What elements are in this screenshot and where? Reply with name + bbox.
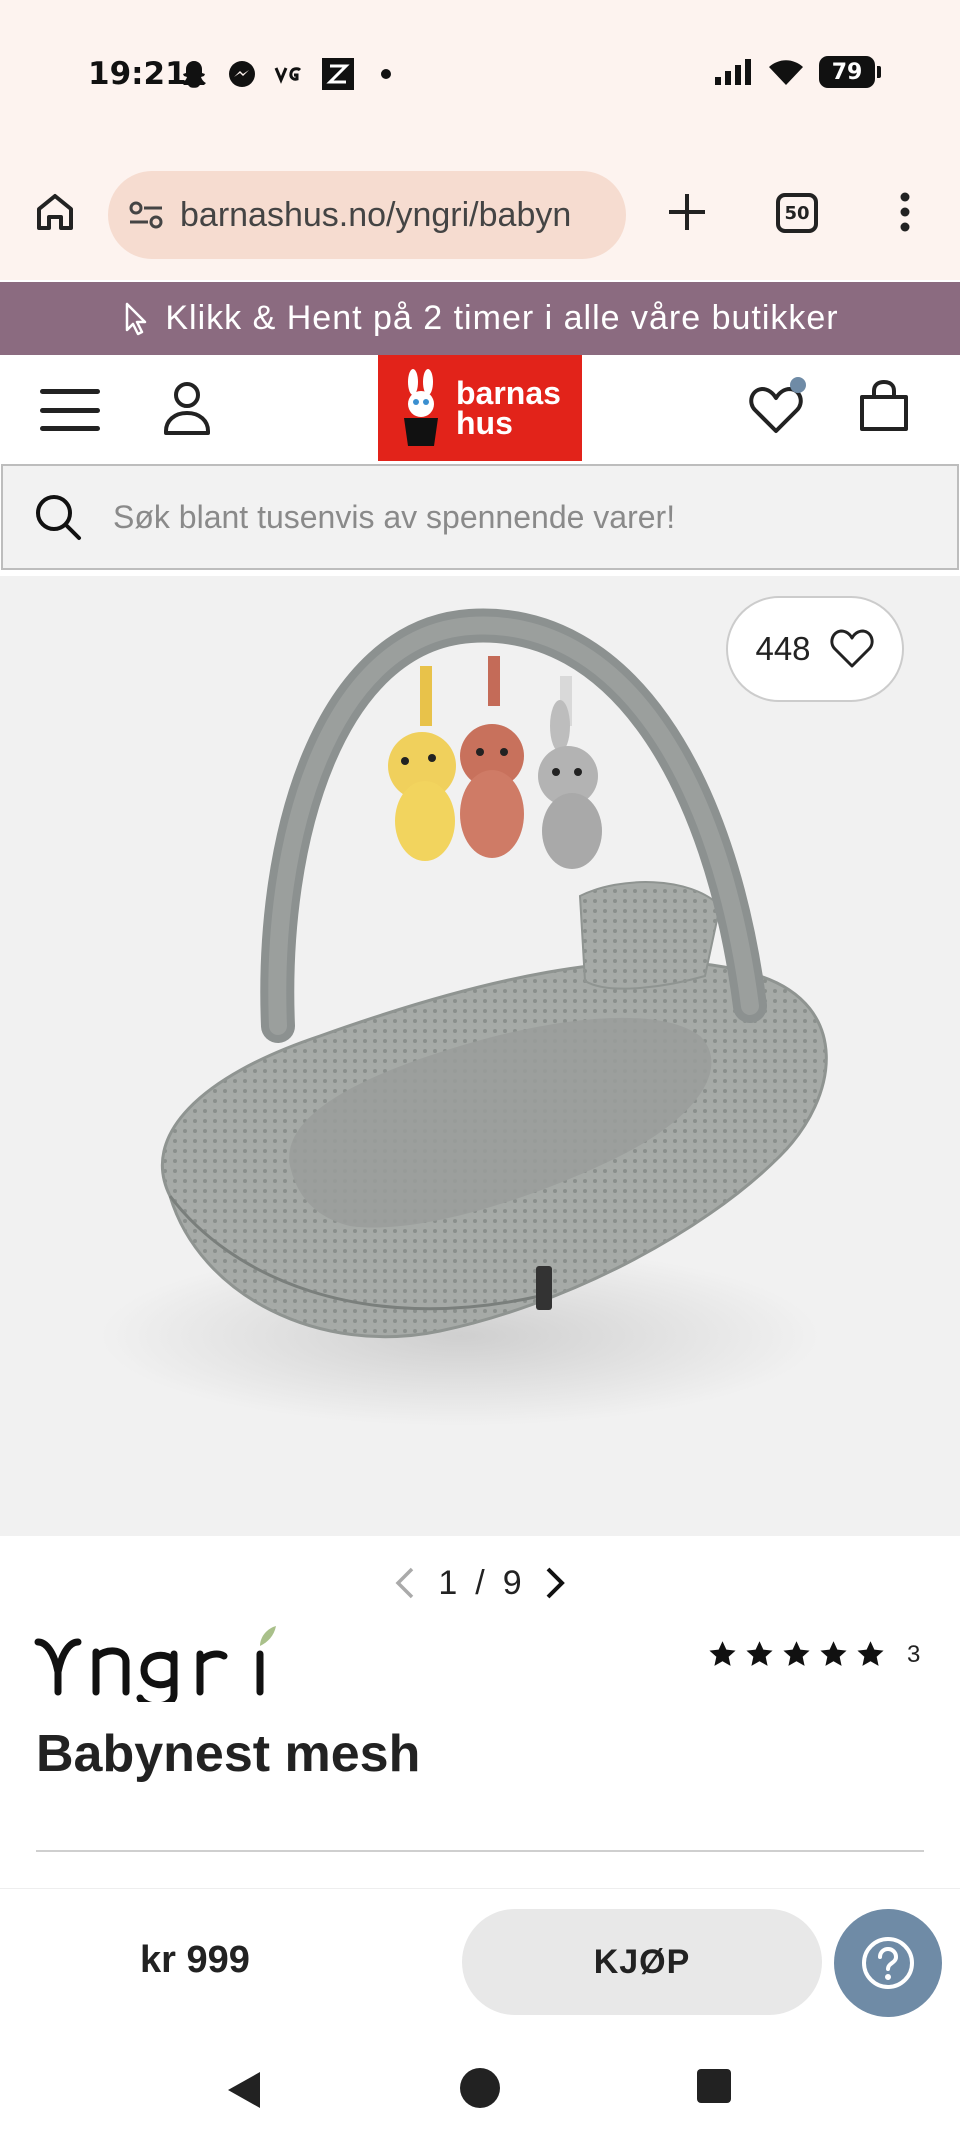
promo-text: Klikk & Hent på 2 timer i alle våre buti… — [165, 299, 839, 337]
toy-bear — [388, 732, 456, 861]
wishlist-icon[interactable] — [748, 377, 806, 437]
menu-icon[interactable] — [40, 385, 100, 435]
like-button[interactable]: 448 — [726, 596, 904, 702]
product-rating[interactable]: 3 — [708, 1640, 920, 1669]
browser-home-button[interactable] — [28, 185, 82, 239]
rabbit-hat-logo-icon — [404, 369, 438, 446]
like-count: 448 — [755, 630, 811, 667]
snapchat-icon — [178, 58, 210, 90]
status-bar: 19:21 79 — [0, 0, 960, 145]
battery-level: 79 — [831, 59, 863, 85]
system-icons: 79 — [713, 56, 881, 88]
current-image-index: 1 — [438, 1563, 458, 1602]
star-icon — [857, 1641, 884, 1666]
url-text: barnashus.no/yngri/babyn — [180, 195, 572, 234]
product-title: Babynest mesh — [36, 1725, 421, 1783]
previous-image-button[interactable] — [390, 1563, 420, 1603]
help-button[interactable] — [834, 1909, 942, 2017]
z-icon — [322, 58, 354, 90]
chevron-right-icon — [546, 1567, 565, 1599]
notification-icons — [178, 58, 402, 90]
gallery-pager: 1 / 9 — [0, 1558, 960, 1608]
rating-count: 3 — [907, 1640, 921, 1668]
logo-text-line2: hus — [456, 405, 513, 441]
brand-logo[interactable] — [34, 1622, 294, 1710]
cart-icon[interactable] — [856, 379, 912, 435]
star-icon — [746, 1641, 773, 1666]
promo-banner[interactable]: Klikk & Hent på 2 timer i alle våre buti… — [0, 282, 960, 355]
next-image-button[interactable] — [540, 1563, 570, 1603]
site-logo[interactable]: barnas hus — [378, 355, 582, 461]
battery-icon: 79 — [819, 56, 881, 88]
account-icon[interactable] — [160, 377, 214, 437]
signal-icon — [715, 59, 751, 85]
product-image-gallery[interactable]: 448 — [0, 576, 960, 1536]
buy-bar: kr 999 KJØP — [0, 1888, 960, 2036]
status-time: 19:21 — [88, 56, 187, 92]
search-icon — [36, 495, 81, 540]
address-bar[interactable]: barnashus.no/yngri/babyn — [108, 171, 626, 259]
new-tab-button[interactable] — [660, 185, 714, 239]
product-image — [100, 608, 828, 1426]
home-button[interactable] — [460, 2068, 500, 2108]
site-settings-icon[interactable] — [126, 195, 166, 235]
heart-icon — [829, 629, 874, 668]
divider — [36, 1850, 924, 1852]
dot-icon — [370, 58, 402, 90]
star-icon — [709, 1641, 736, 1666]
logo-text-line1: barnas — [456, 375, 561, 411]
toy-fox — [460, 724, 524, 858]
search-input[interactable]: Søk blant tusenvis av spennende varer! — [113, 499, 675, 536]
plus-icon — [669, 194, 705, 230]
browser-menu-button[interactable] — [885, 185, 925, 239]
product-price: kr 999 — [140, 1939, 250, 1981]
vg-icon — [274, 58, 306, 90]
star-icon — [820, 1641, 847, 1666]
site-header: barnas hus — [0, 355, 960, 463]
browser-toolbar: barnashus.no/yngri/babyn 50 — [0, 145, 960, 280]
chevron-left-icon — [395, 1567, 414, 1599]
cursor-icon — [126, 302, 147, 335]
pager-separator: / — [475, 1563, 485, 1602]
help-icon — [862, 1937, 914, 1989]
tab-switcher-button[interactable]: 50 — [776, 193, 818, 233]
messenger-icon — [226, 58, 258, 90]
more-vertical-icon — [900, 192, 910, 232]
wifi-icon — [769, 60, 803, 85]
recent-apps-button[interactable] — [697, 2069, 731, 2103]
system-navigation-bar — [0, 2036, 960, 2142]
buy-button[interactable]: KJØP — [462, 1909, 822, 2015]
home-icon — [37, 194, 73, 230]
search-bar[interactable]: Søk blant tusenvis av spennende varer! — [1, 464, 959, 570]
back-icon[interactable] — [226, 2070, 262, 2110]
wishlist-badge — [790, 377, 806, 393]
total-images: 9 — [502, 1563, 522, 1602]
star-icon — [783, 1641, 810, 1666]
